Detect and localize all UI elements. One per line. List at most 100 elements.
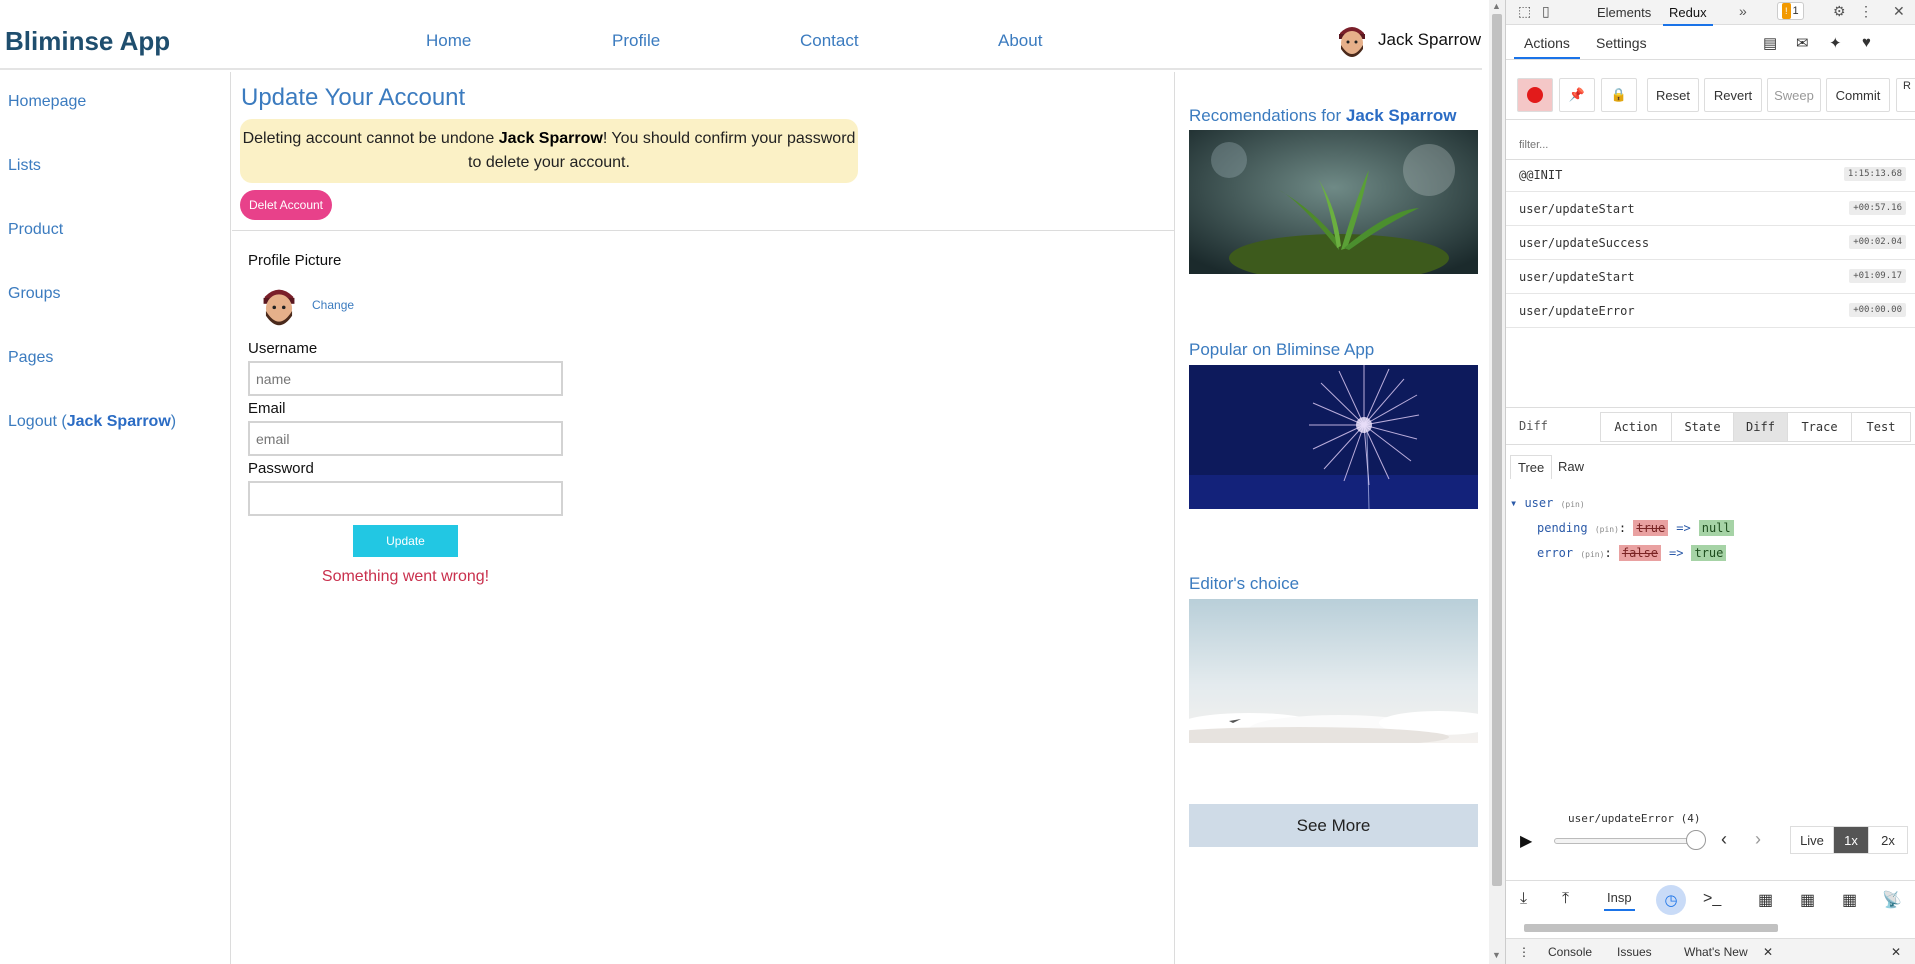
user-menu[interactable]: Jack Sparrow (1336, 18, 1481, 62)
popular-image[interactable] (1189, 365, 1478, 509)
tab-action[interactable]: Action (1600, 412, 1672, 442)
tab-tree[interactable]: Tree (1510, 455, 1553, 479)
close-tab-icon[interactable]: ✕ (1763, 945, 1773, 959)
nav-home[interactable]: Home (426, 31, 471, 51)
warning-icon: ! (1782, 3, 1791, 19)
twitter-icon[interactable]: ✦ (1829, 34, 1842, 52)
tab-inspector[interactable]: Insp (1604, 890, 1635, 911)
tab-console[interactable]: Console (1548, 945, 1592, 959)
kebab-menu-icon[interactable]: ⋮ (1859, 3, 1873, 20)
speed-2x[interactable]: 2x (1868, 826, 1908, 854)
grid-left-icon[interactable]: ▦ (1758, 890, 1773, 910)
sidebar-item-pages[interactable]: Pages (8, 349, 53, 367)
page-scrollbar[interactable]: ▲ ▼ (1489, 0, 1505, 964)
tab-issues[interactable]: Issues (1617, 945, 1652, 959)
email-input[interactable] (248, 421, 563, 456)
speed-1x[interactable]: 1x (1833, 826, 1869, 854)
horizontal-scrollbar[interactable] (1520, 922, 1900, 934)
slider-track[interactable] (1554, 838, 1694, 844)
action-filter-input[interactable] (1506, 130, 1915, 160)
kebab-menu-icon[interactable]: ⋮ (1518, 945, 1530, 959)
tree-root[interactable]: ▾ user (pin) (1510, 496, 1585, 510)
expand-icon: ▾ (1510, 496, 1525, 510)
action-time: +01:09.17 (1849, 269, 1906, 283)
record-button[interactable] (1517, 78, 1553, 112)
tab-redux[interactable]: Redux (1663, 5, 1713, 26)
editors-choice-image[interactable] (1189, 599, 1478, 743)
sidebar-item-groups[interactable]: Groups (8, 285, 60, 303)
action-row[interactable]: user/updateStart +01:09.17 (1506, 260, 1915, 294)
update-button[interactable]: Update (353, 525, 458, 557)
action-time: 1:15:13.68 (1843, 167, 1906, 181)
see-more-button[interactable]: See More (1189, 804, 1478, 847)
close-drawer-icon[interactable]: ✕ (1891, 945, 1901, 959)
sidebar-item-lists[interactable]: Lists (8, 157, 41, 175)
export-icon[interactable]: ⤒ (1562, 890, 1569, 908)
action-row[interactable]: user/updateSuccess +00:02.04 (1506, 226, 1915, 260)
nav-about[interactable]: About (998, 31, 1042, 51)
inspect-element-icon[interactable]: ⬚ (1518, 3, 1531, 20)
grid-bottom-icon[interactable]: ▦ (1800, 890, 1815, 910)
tab-trace[interactable]: Trace (1787, 412, 1852, 442)
change-picture-link[interactable]: Change (312, 298, 354, 312)
sweep-button[interactable]: Sweep (1767, 78, 1821, 112)
tab-state[interactable]: State (1671, 412, 1734, 442)
revert-button[interactable]: Revert (1704, 78, 1762, 112)
remote-icon[interactable]: 📡 (1882, 890, 1902, 910)
tab-test[interactable]: Test (1851, 412, 1911, 442)
scroll-down-icon[interactable]: ▼ (1492, 950, 1501, 960)
lock-button[interactable]: 🔒 (1601, 78, 1637, 112)
sidebar-item-homepage[interactable]: Homepage (8, 93, 86, 111)
sidebar-item-product[interactable]: Product (8, 221, 63, 239)
scrollbar-thumb[interactable] (1524, 924, 1778, 932)
devtools-panel: ⬚ ▯ Elements Redux » ! 1 ⚙ ⋮ ✕ Actions Se… (1505, 0, 1915, 964)
username-input[interactable] (248, 361, 563, 396)
grid-right-icon[interactable]: ▦ (1842, 890, 1857, 910)
next-chevron-icon[interactable]: › (1755, 829, 1761, 850)
commit-button[interactable]: Commit (1826, 78, 1890, 112)
sidebar-item-logout[interactable]: Logout (Jack Sparrow) (8, 413, 176, 431)
nav-profile[interactable]: Profile (612, 31, 660, 51)
action-row[interactable]: @@INIT 1:15:13.68 (1506, 158, 1915, 192)
reset-button[interactable]: Reset (1647, 78, 1699, 112)
tab-elements[interactable]: Elements (1597, 5, 1651, 20)
play-icon[interactable]: ▶ (1520, 831, 1532, 851)
tab-settings[interactable]: Settings (1596, 35, 1647, 51)
password-input[interactable] (248, 481, 563, 516)
monitor-bar: Diff Action State Diff Trace Test (1506, 407, 1915, 445)
tab-diff[interactable]: Diff (1733, 412, 1788, 442)
warnings-badge[interactable]: ! 1 (1777, 2, 1804, 20)
book-icon[interactable]: ▤ (1763, 34, 1777, 52)
gear-icon[interactable]: ⚙ (1833, 3, 1846, 20)
heart-icon[interactable]: ♥ (1862, 34, 1871, 51)
scrollbar-thumb[interactable] (1492, 14, 1502, 886)
close-icon[interactable]: ✕ (1893, 3, 1905, 20)
email-label: Email (248, 400, 286, 417)
delete-account-button[interactable]: Delet Account (240, 190, 332, 220)
recommendations-heading: Recomendations for Jack Sparrow (1189, 106, 1456, 126)
scroll-up-icon[interactable]: ▲ (1492, 1, 1501, 11)
monitor-toolbar: ⤓ ⤒ Insp ◷ >_ ▦ ▦ ▦ 📡 (1506, 880, 1915, 918)
app-window: Bliminse App Home Profile Contact About … (0, 0, 1489, 964)
prev-chevron-icon[interactable]: ‹ (1721, 829, 1727, 850)
tab-raw[interactable]: Raw (1551, 455, 1591, 479)
terminal-icon[interactable]: >_ (1703, 890, 1721, 908)
device-toolbar-icon[interactable]: ▯ (1542, 3, 1550, 20)
pin-button[interactable]: 📌 (1559, 78, 1595, 112)
import-icon[interactable]: ⤓ (1520, 890, 1527, 908)
recommendation-image[interactable] (1189, 130, 1478, 274)
tab-whats-new[interactable]: What's New (1684, 945, 1748, 959)
redux-subtabs: Actions Settings ▤ ✉ ✦ ♥ (1506, 26, 1915, 60)
nav-contact[interactable]: Contact (800, 31, 859, 51)
chat-icon[interactable]: ✉ (1796, 34, 1809, 52)
action-row[interactable]: user/updateStart +00:57.16 (1506, 192, 1915, 226)
timer-icon[interactable]: ◷ (1656, 885, 1686, 915)
speed-live[interactable]: Live (1790, 826, 1834, 854)
action-row-selected[interactable]: user/updateError +00:00.00 (1506, 294, 1915, 328)
more-tabs-icon[interactable]: » (1739, 3, 1747, 19)
app-logo[interactable]: Bliminse App (5, 26, 170, 57)
slider-handle[interactable] (1686, 830, 1706, 850)
overflow-button[interactable]: R (1896, 78, 1915, 112)
divider (232, 230, 1175, 231)
tab-actions[interactable]: Actions (1514, 35, 1580, 59)
